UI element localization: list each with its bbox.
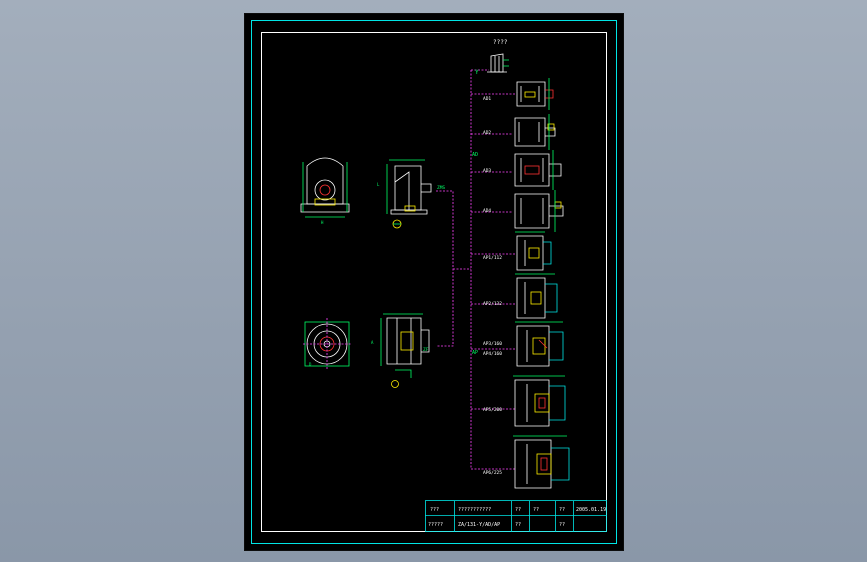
ad2-part	[514, 114, 556, 150]
ap2-part	[515, 273, 558, 319]
cad-drawing: ???? Y AD AP ZMS ZF H D L A AD1 AD2 AD3 …	[251, 20, 617, 544]
branch-y-tag: Y	[475, 69, 479, 76]
leader-lines	[436, 69, 515, 470]
ad4-label: AD4	[483, 208, 491, 214]
inner-border	[261, 32, 607, 532]
tb-r1-c3: ??	[515, 507, 521, 513]
ad1-part	[516, 78, 554, 110]
tb-r1-c2: ???????????	[458, 507, 491, 513]
ap4-label: AP4/160	[483, 351, 502, 357]
side-view-top: L	[377, 159, 432, 229]
ad-components	[514, 78, 564, 232]
tb-r1-c1: ???	[430, 507, 439, 513]
tb-r1-c5: ??	[559, 507, 565, 513]
drawing-sheet: ???? Y AD AP ZMS ZF H D L A AD1 AD2 AD3 …	[244, 13, 624, 551]
svg-text:H: H	[321, 220, 324, 225]
branch-ad-tag: AD	[472, 152, 478, 158]
tb-r2-c5: ??	[559, 522, 565, 528]
top-part-icon	[487, 53, 509, 73]
side-view-bottom: A	[371, 313, 430, 388]
tb-r2-c3: ??	[515, 522, 521, 528]
ad4-part	[514, 190, 564, 232]
ad3-label: AD3	[483, 168, 491, 174]
ad2-label: AD2	[483, 130, 491, 136]
ap6-label: AP6/225	[483, 470, 502, 476]
ad3-part	[514, 150, 562, 190]
part-labels: AD1 AD2 AD3 AD4 AP1/112 AP2/132 AP3/160 …	[483, 96, 502, 476]
front-view-bottom: D	[303, 318, 351, 370]
ap5-label: AP5/200	[483, 407, 502, 413]
tb-r1-c4: ??	[533, 507, 539, 513]
ap-components	[513, 231, 570, 489]
ap3-part	[515, 321, 564, 367]
outer-border	[251, 20, 617, 544]
svg-text:L: L	[377, 182, 380, 187]
front-view-top: H	[300, 157, 350, 225]
top-label: ????	[493, 39, 508, 46]
side-view-top-tag: ZMS	[437, 185, 445, 191]
ap5-part	[513, 375, 566, 427]
tb-r2-c2: ZA/131-Y/AD/AP	[458, 522, 500, 528]
ad1-label: AD1	[483, 96, 491, 102]
tb-r1-c6: 2005.01.19	[576, 507, 606, 513]
ap2-label: AP2/132	[483, 301, 502, 307]
tb-r2-c1: ?????	[428, 522, 443, 528]
svg-text:A: A	[371, 340, 374, 345]
ap6-part	[513, 435, 570, 489]
ap1-label: AP1/112	[483, 255, 502, 261]
ap1-part	[515, 231, 552, 271]
branch-ap-tag: AP	[472, 350, 478, 356]
ap3-label: AP3/160	[483, 341, 502, 347]
